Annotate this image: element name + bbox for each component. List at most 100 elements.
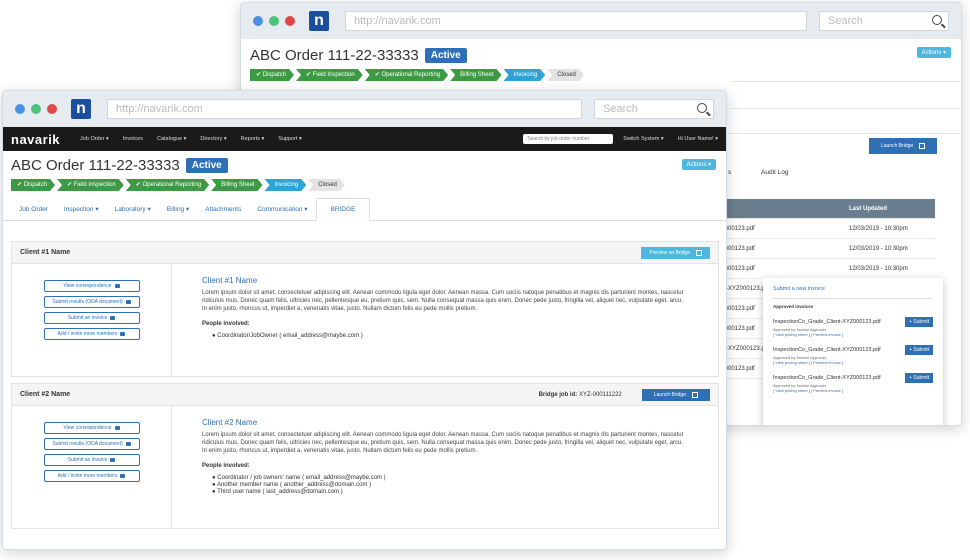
submit-invoice-button[interactable]: + Submit [905, 345, 933, 355]
action-column: View correspondence Submit results (ODA d… [12, 264, 172, 376]
step-0[interactable]: ✔ Dispatch [11, 179, 55, 191]
client-name-link[interactable]: Client #1 Name [202, 276, 688, 285]
button-label: Preview on Bridge [649, 249, 690, 256]
client-card: Client #1 Name Preview on Bridge View corr… [11, 241, 719, 377]
actions-button[interactable]: Actions ▾ [681, 159, 716, 170]
action-column: View correspondence Submit results (ODA d… [12, 406, 172, 528]
nav-item-5[interactable]: Support ▾ [278, 136, 302, 142]
row-date: 12/03/2019 - 10:30pm [849, 225, 908, 232]
tab-3[interactable]: Billing ▾ [159, 205, 197, 220]
invoice-links[interactable]: [ View pricing sheet ] [ Preview invoice… [773, 360, 843, 365]
launch-bridge-button[interactable]: Launch Bridge [641, 388, 710, 401]
step-2[interactable]: ✔ Operational Reporting [365, 69, 448, 81]
url-bar[interactable]: http://navarik.com [107, 99, 582, 119]
person-item: ● Coordinator / job owners' name ( email… [212, 475, 386, 481]
button-icon [110, 458, 116, 462]
window-dot-blue[interactable] [253, 16, 263, 26]
nav-item-3[interactable]: Directory ▾ [200, 136, 226, 142]
nav-item-1[interactable]: Invoices [123, 136, 143, 142]
file-name: Z000123.pdf [721, 225, 755, 232]
tab-audit-log[interactable]: Audit Log [761, 169, 788, 176]
invoice-file: InspectionCo_Grade_Client-XYZ000123.pdf [773, 375, 881, 381]
tab-partial[interactable]: s [728, 169, 731, 176]
table-row[interactable]: Z000123.pdf 12/03/2019 - 10:30pm [721, 259, 935, 279]
user-menu[interactable]: Hi User Name! ▾ [678, 136, 718, 142]
button-icon [114, 284, 120, 288]
table-row[interactable]: Z000123.pdf 12/03/2019 - 10:30pm [721, 239, 935, 259]
brand-logo[interactable]: navarik [11, 132, 60, 147]
column-last-updated: Last Updated [849, 205, 888, 212]
step-4[interactable]: Invoicing [265, 179, 307, 191]
tab-5[interactable]: Communication ▾ [249, 205, 315, 220]
step-0[interactable]: ✔ Dispatch [250, 69, 294, 81]
job-order-search-input[interactable]: Search by job order number [523, 134, 614, 144]
step-3[interactable]: Billing Sheet [211, 179, 262, 191]
submit-invoice-button[interactable]: + Submit [905, 317, 933, 327]
nav-item-0[interactable]: Job Order ▾ [80, 136, 109, 142]
invoice-links[interactable]: [ View pricing sheet ] [ Preview invoice… [773, 332, 843, 337]
side-button-2[interactable]: Submit an invoice [43, 454, 140, 466]
button-icon [125, 300, 131, 304]
button-icon [120, 474, 126, 478]
progress-steps: ✔ Dispatch ✔ Field Inspection ✔ Operationa… [11, 179, 718, 191]
side-button-1[interactable]: Submit results (ODA document) [43, 438, 140, 450]
window-dot-green[interactable] [269, 16, 279, 26]
submit-invoice-button[interactable]: + Submit [905, 373, 933, 383]
step-4[interactable]: Invoicing [504, 69, 546, 81]
side-button-label: Submit results (ODA document) [52, 441, 123, 447]
client-card-header: Client #2 Name Bridge job id: XYZ-0001112… [12, 384, 718, 406]
step-5[interactable]: Closed [547, 69, 584, 81]
browser-search[interactable]: Search [819, 11, 949, 31]
step-5[interactable]: Closed [308, 179, 345, 191]
window-dot-red[interactable] [47, 104, 57, 114]
row-date: 12/03/2019 - 10:30pm [849, 265, 908, 272]
client-name-link[interactable]: Client #2 Name [202, 418, 688, 427]
client-description: Lorem ipsum dolor sit amet, consectetuer… [202, 432, 684, 454]
search-icon [697, 103, 707, 113]
nav-item-2[interactable]: Catalogue ▾ [157, 136, 186, 142]
client-header-name: Client #1 Name [20, 249, 71, 256]
preview-on-bridge-button[interactable]: Preview on Bridge [641, 246, 710, 259]
side-button-label: View correspondence [63, 283, 112, 289]
side-button-3[interactable]: Add / invite more members [43, 470, 140, 482]
side-button-label: Submit results (ODA document) [52, 299, 123, 305]
people-heading: People involved: [202, 463, 250, 469]
side-button-0[interactable]: View correspondence [43, 280, 140, 292]
window-dot-green[interactable] [31, 104, 41, 114]
tab-0[interactable]: Job Order [11, 206, 56, 220]
tab-2[interactable]: Laboratory ▾ [107, 205, 159, 220]
client-header-name: Client #2 Name [20, 391, 71, 398]
table-header: Last Updated [721, 199, 935, 219]
switch-system-menu[interactable]: Switch System ▾ [623, 136, 663, 142]
invoice-links[interactable]: [ View pricing sheet ] [ Preview invoice… [773, 388, 843, 393]
tab-bar: Job Order Inspection ▾ Laboratory ▾ Billing… [3, 197, 726, 221]
url-bar[interactable]: http://navarik.com [345, 11, 807, 31]
step-2[interactable]: ✔ Operational Reporting [126, 179, 209, 191]
bridge-id-value: XYZ-000111222 [578, 391, 622, 398]
step-1[interactable]: ✔ Field Inspection [296, 69, 363, 81]
browser-search[interactable]: Search [594, 99, 714, 119]
invoice-item: InspectionCo_Grade_Client-XYZ000123.pdf +… [773, 345, 933, 365]
button-icon [125, 442, 131, 446]
tab-4[interactable]: Attachments [197, 206, 249, 220]
side-button-3[interactable]: Add / invite more members [43, 328, 140, 340]
side-button-2[interactable]: Submit an invoice [43, 312, 140, 324]
submit-new-invoice-link[interactable]: Submit a new invoice [773, 286, 933, 292]
side-button-0[interactable]: View correspondence [43, 422, 140, 434]
tab-6[interactable]: BRIDGE [315, 198, 371, 221]
tab-1[interactable]: Inspection ▾ [56, 205, 107, 220]
launch-bridge-button[interactable]: Launch Bridge [869, 138, 938, 154]
side-button-label: View correspondence [63, 425, 112, 431]
side-button-1[interactable]: Submit results (ODA document) [43, 296, 140, 308]
side-button-label: Submit an invoice [67, 457, 108, 463]
actions-button[interactable]: Actions ▾ [916, 47, 951, 58]
step-1[interactable]: ✔ Field Inspection [57, 179, 124, 191]
table-row[interactable]: Z000123.pdf 12/03/2019 - 10:30pm [721, 219, 935, 239]
window-dot-red[interactable] [285, 16, 295, 26]
step-3[interactable]: Billing Sheet [450, 69, 501, 81]
window-dot-blue[interactable] [15, 104, 25, 114]
client-details: Client #1 Name Lorem ipsum dolor sit amet… [172, 264, 718, 376]
nav-item-4[interactable]: Reports ▾ [241, 136, 265, 142]
search-placeholder: Search [828, 15, 863, 27]
invoice-item: InspectionCo_Grade_Client-XYZ000123.pdf +… [773, 317, 933, 337]
